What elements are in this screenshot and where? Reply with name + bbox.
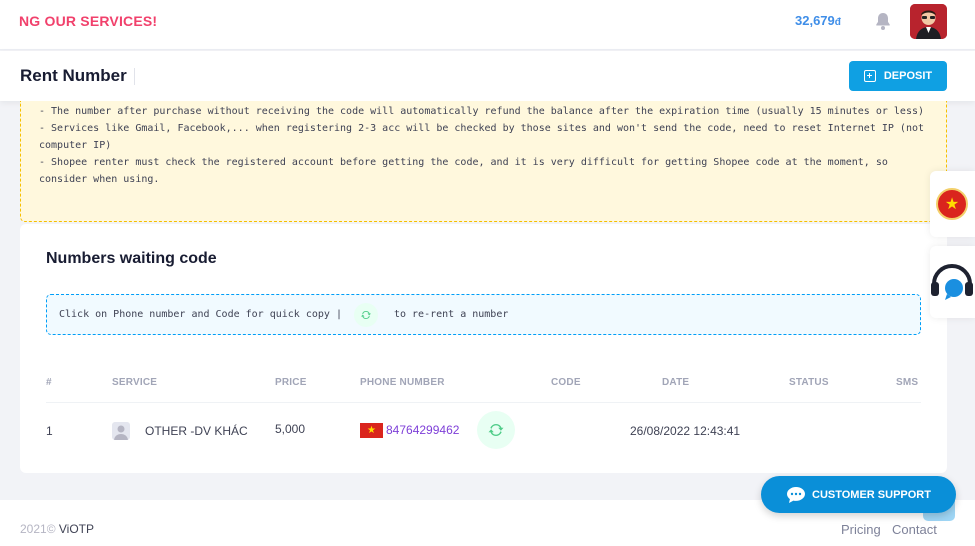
info-text-before: Click on Phone number and Code for quick… [59, 309, 342, 320]
user-avatar[interactable] [910, 4, 947, 39]
footer-link-pricing[interactable]: Pricing [841, 522, 881, 537]
chat-bubble-icon [787, 486, 805, 503]
col-date: DATE [662, 377, 690, 388]
row-phone-number[interactable]: 84764299462 [386, 423, 459, 437]
marquee-text: NG OUR SERVICES! [19, 13, 158, 29]
row-service: OTHER -DV KHÁC [145, 424, 248, 438]
col-sms: SMS [896, 377, 919, 388]
deposit-button[interactable]: DEPOSIT [849, 61, 947, 91]
refresh-icon [488, 423, 504, 437]
deposit-label: DEPOSIT [883, 70, 933, 82]
page-title: Rent Number [20, 66, 127, 85]
vietnam-flag-icon: ★ [936, 188, 968, 220]
currency-symbol: đ [834, 17, 841, 28]
service-icon [112, 422, 130, 440]
balance-amount: 32,679 [795, 13, 835, 28]
col-phone-number: PHONE NUMBER [360, 377, 445, 388]
rerent-button[interactable] [477, 411, 515, 449]
notice-line-2: - Services like Gmail, Facebook,... when… [39, 123, 925, 151]
header-divider [46, 402, 921, 403]
row-index: 1 [46, 424, 53, 438]
col-price: PRICE [275, 377, 307, 388]
col-status: STATUS [789, 377, 829, 388]
row-date: 26/08/2022 12:43:41 [630, 424, 741, 438]
notice-box: - The number after purchase without rece… [20, 101, 947, 222]
subheader: Rent Number DEPOSIT [0, 51, 975, 101]
refresh-icon [353, 302, 378, 327]
vietnam-flag-icon: ★ [360, 423, 383, 438]
copyright-year: 2021© [20, 522, 56, 536]
customer-support-button[interactable]: CUSTOMER SUPPORT [761, 476, 956, 513]
language-switcher[interactable]: ★ [930, 171, 975, 237]
row-price: 5,000 [275, 422, 306, 436]
support-label: CUSTOMER SUPPORT [812, 488, 931, 501]
headset-icon [931, 264, 973, 300]
col-service: SERVICE [112, 377, 158, 388]
notice-line-1: - The number after purchase without rece… [39, 106, 925, 117]
notice-line-3: - Shopee renter must check the registere… [39, 157, 888, 185]
account-balance[interactable]: 32,679đ [795, 13, 841, 28]
copyright: 2021© ViOTP [20, 522, 94, 536]
support-widget[interactable] [930, 246, 975, 318]
col-code: CODE [551, 377, 581, 388]
col-index: # [46, 377, 52, 388]
bell-icon[interactable] [873, 11, 893, 31]
brand-name: ViOTP [58, 522, 95, 536]
card-title: Numbers waiting code [46, 250, 217, 267]
plus-square-icon [863, 70, 876, 82]
footer-link-contact[interactable]: Contact [892, 522, 937, 537]
info-box: Click on Phone number and Code for quick… [46, 294, 921, 335]
title-divider [134, 68, 135, 85]
top-bar: NG OUR SERVICES! 32,679đ [0, 0, 975, 50]
waiting-code-card: Numbers waiting code Click on Phone numb… [20, 224, 947, 473]
info-text-after: to re-rent a number [393, 309, 509, 320]
